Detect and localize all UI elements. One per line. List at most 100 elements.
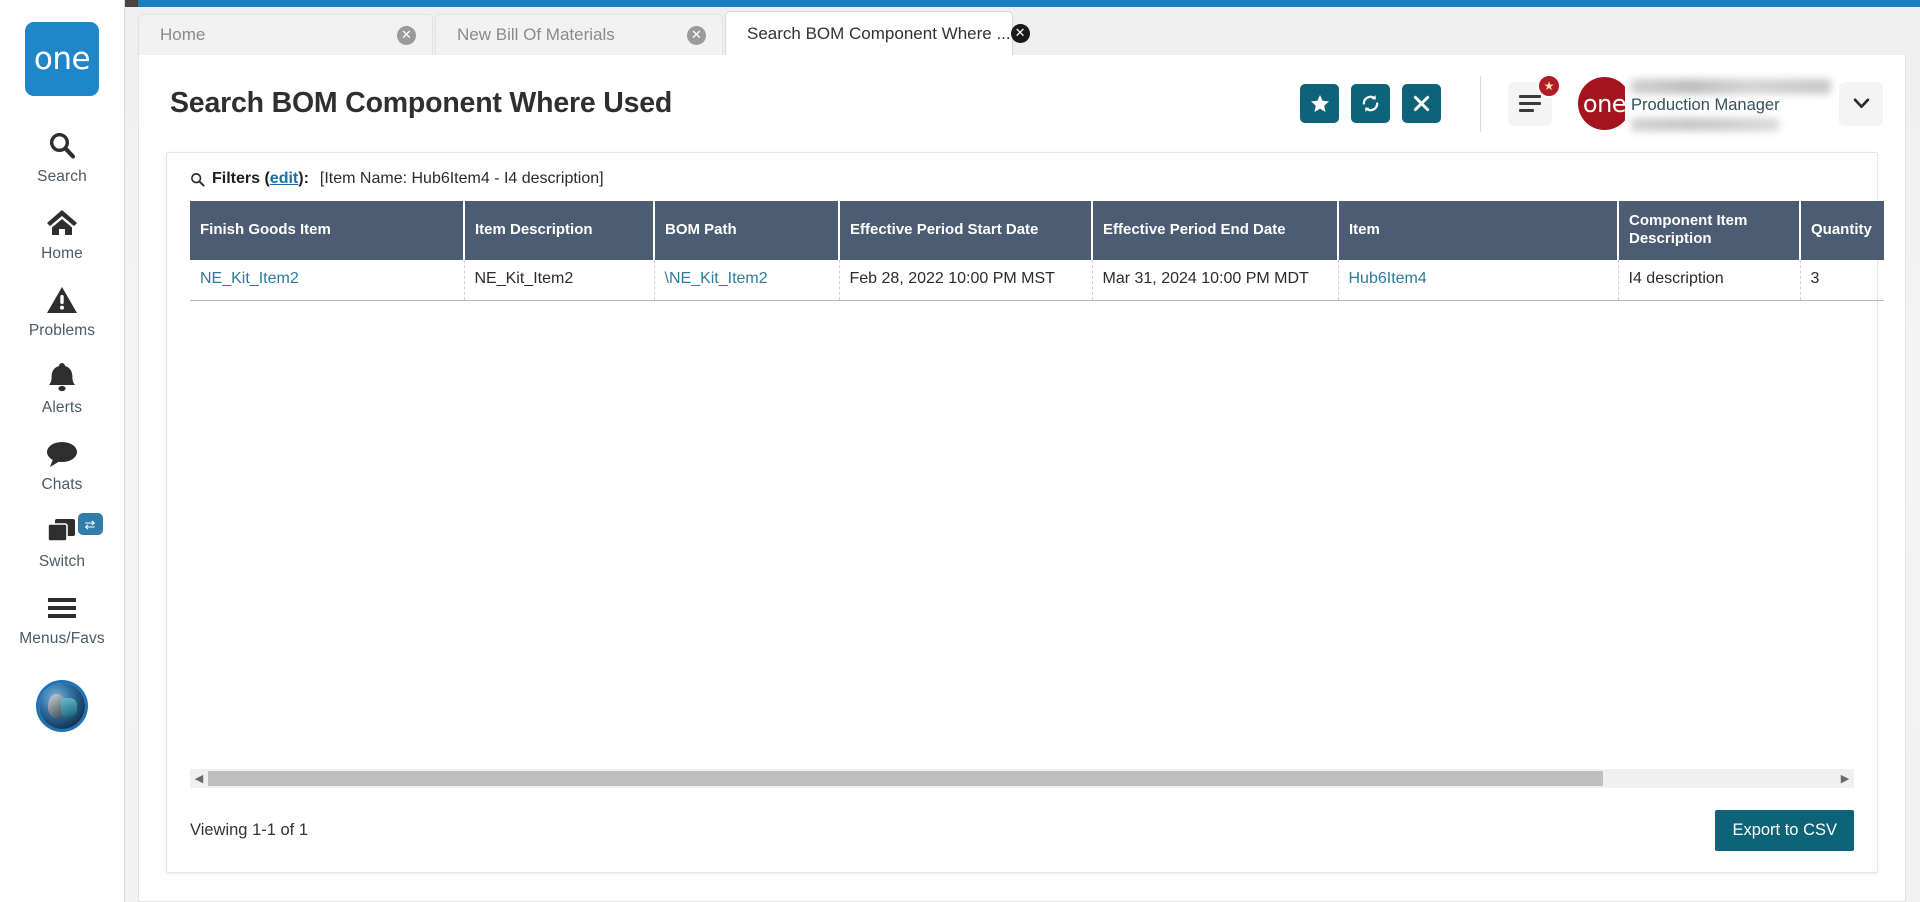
sidebar-item-label: Search	[37, 168, 87, 185]
sidebar-item-label: Chats	[41, 476, 83, 493]
tab-label: New Bill Of Materials	[457, 25, 615, 44]
cell-finish-goods-item: NE_Kit_Item2	[190, 259, 465, 302]
cell-quantity: 3	[1800, 259, 1884, 302]
close-circle-icon[interactable]: ✕	[1010, 24, 1030, 43]
warning-triangle-icon	[46, 283, 78, 317]
sidebar-item-menus-favs[interactable]: Menus/Favs	[0, 580, 125, 657]
hamburger-icon	[46, 591, 78, 625]
speech-bubble-icon	[45, 437, 79, 471]
results-card: Filters (edit): [Item Name: Hub6Item4 - …	[166, 152, 1884, 873]
page-title: Search BOM Component Where Used	[170, 87, 673, 119]
user-role-label: Production Manager	[1631, 95, 1780, 114]
user-org-redacted	[1631, 117, 1779, 131]
left-sidebar: one Search Home Problems Alerts Chats ⇄ …	[0, 0, 125, 902]
export-to-csv-button[interactable]: Export to CSV	[1715, 810, 1854, 851]
column-header-item-description[interactable]: Item Description	[464, 201, 655, 260]
column-header-quantity[interactable]: Quantity	[1800, 201, 1884, 260]
table-header-row: Finish Goods Item Item Description BOM P…	[190, 201, 1884, 260]
viewing-count-label: Viewing 1-1 of 1	[190, 821, 309, 839]
user-name-redacted	[1631, 78, 1831, 94]
card-footer: Viewing 1-1 of 1 Export to CSV	[167, 788, 1877, 872]
hamburger-menu-icon[interactable]: ★	[1508, 73, 1561, 126]
brand-logo-text: one	[1582, 89, 1627, 118]
magnifier-icon	[190, 172, 205, 187]
menu-bar	[1519, 94, 1541, 99]
avatar[interactable]	[39, 683, 85, 729]
bell-icon	[47, 360, 77, 394]
sidebar-item-switch[interactable]: ⇄ Switch	[0, 503, 125, 580]
scrollbar-track[interactable]	[1603, 769, 1836, 788]
star-badge-icon: ★	[1537, 73, 1561, 98]
sidebar-item-home[interactable]: Home	[0, 195, 125, 272]
refresh-icon	[1360, 93, 1381, 114]
search-icon	[46, 129, 78, 163]
table-row[interactable]: NE_Kit_Item2 NE_Kit_Item2 \NE_Kit_Item2 …	[190, 259, 1884, 302]
switch-windows-icon	[45, 514, 79, 548]
column-header-component-item-description[interactable]: Component Item Description	[1618, 201, 1801, 260]
sidebar-item-label: Switch	[38, 553, 86, 570]
tab-label: Search BOM Component Where ...	[747, 23, 1011, 43]
browser-tab-strip: Home ✕ New Bill Of Materials ✕ Search BO…	[125, 7, 1920, 57]
cell-item-description: NE_Kit_Item2	[464, 259, 655, 302]
tab-home[interactable]: Home ✕	[138, 14, 433, 55]
triangle-right-icon[interactable]: ▶	[1836, 769, 1854, 788]
refresh-button[interactable]	[1351, 84, 1390, 123]
cell-bom-path: \NE_Kit_Item2	[654, 259, 840, 302]
menu-bar	[1519, 101, 1541, 106]
chevron-down-icon[interactable]	[1839, 81, 1883, 126]
cell-effective-period-end-date: Mar 31, 2024 10:00 PM MDT	[1092, 259, 1339, 302]
brand-logo: one	[1578, 77, 1631, 130]
table-body: NE_Kit_Item2 NE_Kit_Item2 \NE_Kit_Item2 …	[190, 259, 1884, 302]
star-icon	[1310, 94, 1330, 113]
finish-goods-item-link[interactable]: NE_Kit_Item2	[200, 270, 299, 287]
column-header-bom-path[interactable]: BOM Path	[654, 201, 840, 260]
favorite-button[interactable]	[1300, 84, 1339, 123]
sidebar-item-label: Menus/Favs	[19, 630, 105, 647]
filters-row: Filters (edit): [Item Name: Hub6Item4 - …	[167, 153, 1877, 201]
tab-search-bom-component-where-used[interactable]: Search BOM Component Where ... ✕	[725, 11, 1030, 57]
x-icon	[1413, 95, 1430, 112]
table-head: Finish Goods Item Item Description BOM P…	[190, 201, 1884, 260]
sidebar-item-alerts[interactable]: Alerts	[0, 349, 125, 426]
close-circle-icon[interactable]: ✕	[687, 25, 706, 45]
header-actions: ★ one Production Manager	[1288, 72, 1883, 135]
app-logo[interactable]: one	[25, 22, 99, 96]
sidebar-item-chats[interactable]: Chats	[0, 426, 125, 503]
cell-effective-period-start-date: Feb 28, 2022 10:00 PM MST	[839, 259, 1093, 302]
column-header-effective-period-start-date[interactable]: Effective Period Start Date	[839, 201, 1093, 260]
horizontal-scrollbar[interactable]: ◀ ▶	[190, 769, 1854, 788]
sidebar-item-problems[interactable]: Problems	[0, 272, 125, 349]
header-divider	[1480, 75, 1481, 132]
table-wrapper: Finish Goods Item Item Description BOM P…	[167, 201, 1884, 302]
sidebar-item-label: Home	[41, 245, 83, 262]
home-icon	[45, 206, 79, 240]
close-circle-icon[interactable]: ✕	[397, 25, 416, 45]
item-link[interactable]: Hub6Item4	[1349, 270, 1427, 287]
column-header-effective-period-end-date[interactable]: Effective Period End Date	[1092, 201, 1339, 260]
filters-label: Filters (	[212, 170, 270, 187]
page-panel: Search BOM Component Where Used ★ one Pr…	[138, 55, 1906, 902]
main-area: Home ✕ New Bill Of Materials ✕ Search BO…	[125, 0, 1920, 902]
scrollbar-thumb[interactable]	[208, 771, 1603, 786]
tab-new-bill-of-materials[interactable]: New Bill Of Materials ✕	[435, 14, 723, 55]
tab-label: Home	[160, 25, 206, 44]
top-accent-bar	[125, 0, 1920, 7]
filters-label-end: ):	[298, 170, 309, 187]
bom-path-link[interactable]: \NE_Kit_Item2	[665, 270, 768, 287]
column-header-finish-goods-item[interactable]: Finish Goods Item	[190, 201, 465, 260]
filters-edit-link[interactable]: edit	[270, 170, 298, 188]
filters-value: [Item Name: Hub6Item4 - I4 description]	[319, 170, 604, 187]
swap-arrows-icon[interactable]: ⇄	[77, 513, 103, 535]
column-header-item[interactable]: Item	[1338, 201, 1619, 260]
sidebar-item-label: Alerts	[41, 399, 83, 416]
page-header: Search BOM Component Where Used ★ one Pr…	[139, 55, 1905, 152]
cell-item: Hub6Item4	[1338, 259, 1619, 302]
sidebar-item-search[interactable]: Search	[0, 118, 125, 195]
cell-component-item-description: I4 description	[1618, 259, 1801, 302]
user-profile[interactable]: Production Manager	[1625, 72, 1883, 135]
close-button[interactable]	[1402, 84, 1441, 123]
results-table: Finish Goods Item Item Description BOM P…	[190, 201, 1884, 302]
sidebar-item-label: Problems	[28, 322, 96, 339]
triangle-left-icon[interactable]: ◀	[190, 769, 208, 788]
menu-bar	[1519, 108, 1534, 113]
